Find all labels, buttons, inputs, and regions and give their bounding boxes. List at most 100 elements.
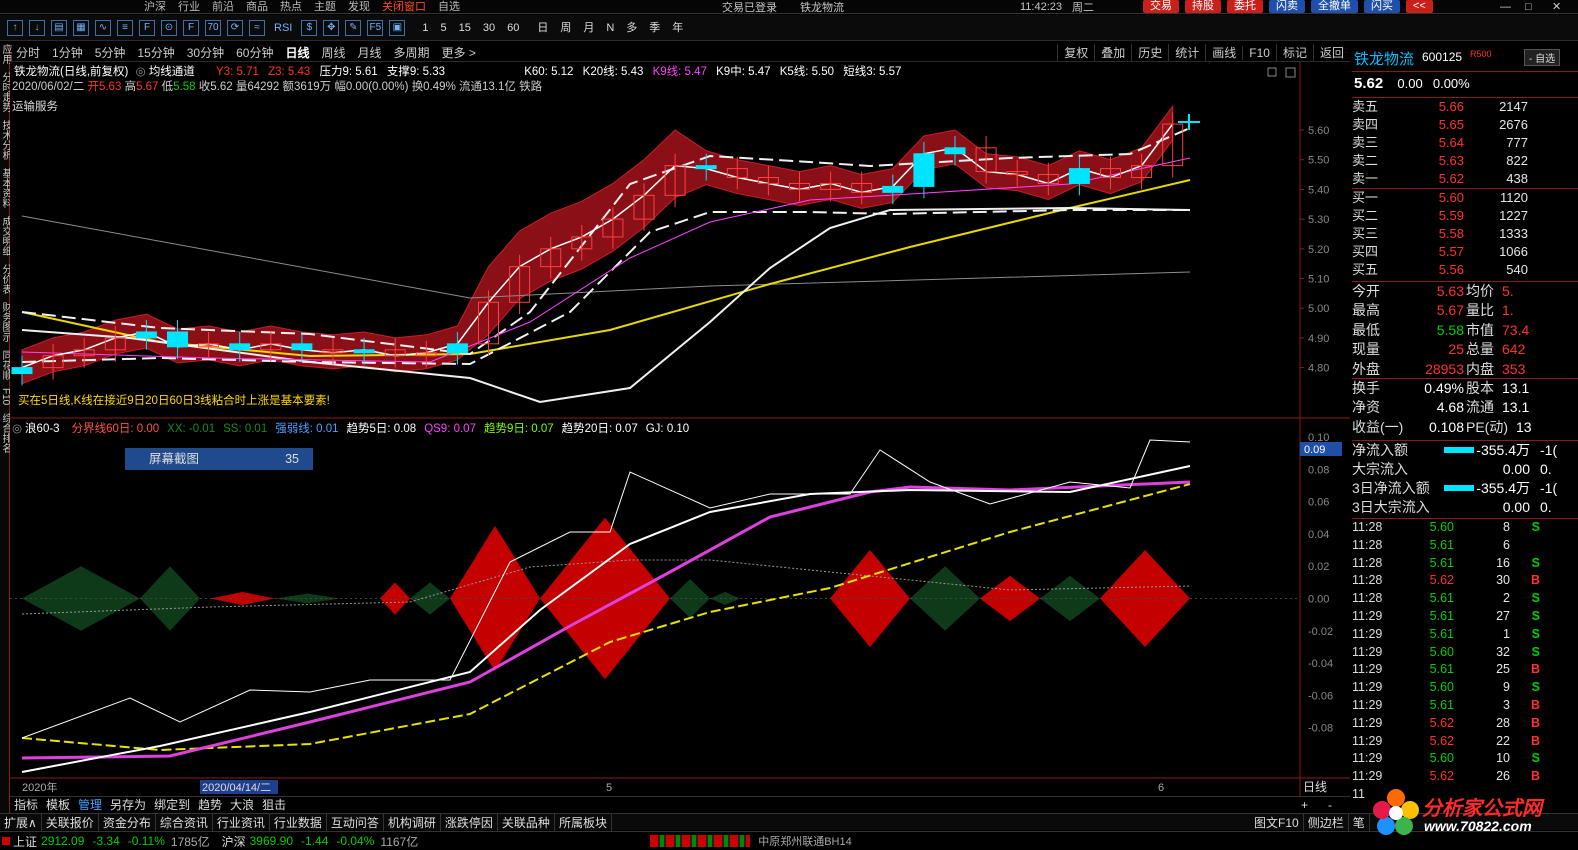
left-strip-item-9[interactable]: 综合排名 bbox=[0, 413, 11, 453]
ext-tab-4[interactable]: 行业资讯 bbox=[213, 813, 270, 831]
toolbar-period-1[interactable]: 周 bbox=[554, 15, 577, 41]
menu-item-2[interactable]: 前沿 bbox=[206, 0, 240, 14]
period-right-7[interactable]: 返回 bbox=[1312, 44, 1350, 61]
ext-tab-8[interactable]: 涨跌停因 bbox=[441, 813, 498, 831]
period-right-3[interactable]: 统计 bbox=[1168, 44, 1205, 61]
ext-right-2[interactable]: 笔 bbox=[1349, 813, 1370, 831]
bid-row-4[interactable]: 买五 5.56 540 bbox=[1352, 261, 1578, 279]
ext-tab-1[interactable]: 关联报价 bbox=[42, 813, 99, 831]
indicator-dropdown-icon[interactable]: ◎ bbox=[136, 66, 146, 78]
period-right-0[interactable]: 复权 bbox=[1057, 44, 1094, 61]
toolbar-period-0[interactable]: 日 bbox=[531, 15, 554, 41]
ext-tab-5[interactable]: 行业数据 bbox=[270, 813, 327, 831]
toolbar-period-6[interactable]: 年 bbox=[666, 15, 689, 41]
menu-item-7[interactable]: 关闭窗口 bbox=[376, 0, 432, 14]
news-ticker[interactable]: 中原郑州联通BH14 bbox=[758, 833, 852, 849]
ask-row-1[interactable]: 卖四 5.65 2676 bbox=[1352, 116, 1578, 134]
left-strip-item-2[interactable]: 技术分析 bbox=[0, 120, 11, 160]
compass-icon[interactable]: ⊙ bbox=[161, 19, 177, 36]
chart-icon[interactable]: ∿ bbox=[95, 19, 111, 36]
left-strip-item-7[interactable]: 同花顺 bbox=[0, 350, 11, 380]
indicator-name[interactable]: 均线通道 bbox=[149, 66, 195, 78]
trade-button-0[interactable]: 交易 bbox=[1143, 0, 1179, 13]
indicator-tab-7[interactable]: 狙击 bbox=[258, 796, 290, 813]
toolbar-count-15[interactable]: 15 bbox=[453, 15, 477, 41]
period-tab-4[interactable]: 30分钟 bbox=[181, 44, 230, 61]
ext-tab-2[interactable]: 资金分布 bbox=[99, 813, 156, 831]
bid-row-0[interactable]: 买一 5.60 1120 bbox=[1352, 189, 1578, 207]
toolbar-count-5[interactable]: 5 bbox=[434, 15, 452, 41]
trade-button-6[interactable]: << bbox=[1406, 0, 1433, 13]
bid-row-3[interactable]: 买四 5.57 1066 bbox=[1352, 243, 1578, 261]
menu-item-5[interactable]: 主题 bbox=[308, 0, 342, 14]
menu-item-1[interactable]: 行业 bbox=[172, 0, 206, 14]
menu-item-8[interactable]: 自选 bbox=[432, 0, 466, 14]
left-strip-item-1[interactable]: 分时走势 bbox=[0, 72, 11, 112]
ext-right-0[interactable]: 图文F10 bbox=[1250, 813, 1304, 831]
indicator-tab-5[interactable]: 趋势 bbox=[194, 796, 226, 813]
wave-icon[interactable]: ≈ bbox=[249, 19, 265, 36]
trade-button-4[interactable]: 全撤单 bbox=[1311, 0, 1358, 13]
indicator-tab-1[interactable]: 模板 bbox=[42, 796, 74, 813]
period-tab-5[interactable]: 60分钟 bbox=[230, 44, 279, 61]
arrow-down-icon[interactable]: ↓ bbox=[29, 19, 45, 36]
period-tab-9[interactable]: 多周期 bbox=[388, 44, 436, 61]
ext-tab-10[interactable]: 所属板块 bbox=[555, 813, 612, 831]
left-strip-item-3[interactable]: 基本资料 bbox=[0, 168, 11, 208]
period-tab-6[interactable]: 日线 bbox=[279, 44, 315, 61]
arrow-up-icon[interactable]: ↑ bbox=[7, 19, 23, 36]
bid-row-2[interactable]: 买三 5.58 1333 bbox=[1352, 225, 1578, 243]
period-right-1[interactable]: 叠加 bbox=[1094, 44, 1131, 61]
screenshot-label-box[interactable]: 屏幕截图 35 bbox=[125, 448, 313, 470]
f70-icon[interactable]: 70 bbox=[205, 19, 221, 36]
hs-index-label[interactable]: 沪深 bbox=[222, 833, 246, 850]
ask-row-3[interactable]: 卖二 5.63 822 bbox=[1352, 152, 1578, 170]
dollar-icon[interactable]: $ bbox=[301, 19, 318, 36]
bid-row-1[interactable]: 买二 5.59 1227 bbox=[1352, 207, 1578, 225]
left-strip-item-5[interactable]: 分价表 bbox=[0, 264, 11, 294]
period-right-6[interactable]: 标记 bbox=[1275, 44, 1313, 61]
f10b-icon[interactable]: F bbox=[183, 19, 199, 36]
toolbar-period-5[interactable]: 季 bbox=[643, 15, 666, 41]
toolbar-period-3[interactable]: N bbox=[600, 15, 620, 41]
sh-index-label[interactable]: 上证 bbox=[13, 833, 37, 850]
refresh-icon[interactable]: ⟳ bbox=[227, 19, 243, 36]
period-tab-1[interactable]: 1分钟 bbox=[46, 44, 89, 61]
period-right-2[interactable]: 历史 bbox=[1131, 44, 1168, 61]
menu-item-6[interactable]: 发现 bbox=[342, 0, 376, 14]
f10-icon[interactable]: F bbox=[139, 19, 155, 36]
ext-tab-6[interactable]: 互动问答 bbox=[327, 813, 384, 831]
period-right-4[interactable]: 画线 bbox=[1205, 44, 1242, 61]
ext-tab-0[interactable]: 扩展∧ bbox=[0, 813, 42, 831]
indicator-tab-4[interactable]: 绑定到 bbox=[150, 796, 194, 813]
ask-row-4[interactable]: 卖一 5.62 438 bbox=[1352, 170, 1578, 188]
add-watchlist-button[interactable]: - 自选 bbox=[1524, 49, 1561, 66]
ext-tab-7[interactable]: 机构调研 bbox=[384, 813, 441, 831]
ask-row-0[interactable]: 卖五 5.66 2147 bbox=[1352, 98, 1578, 116]
trade-button-2[interactable]: 委托 bbox=[1227, 0, 1263, 13]
menu-item-0[interactable]: 沪深 bbox=[138, 0, 172, 14]
toolbar-period-4[interactable]: 多 bbox=[620, 15, 643, 41]
ext-right-1[interactable]: 侧边栏 bbox=[1304, 813, 1349, 831]
trade-button-5[interactable]: 闪买 bbox=[1364, 0, 1400, 13]
pen-icon[interactable]: ✎ bbox=[345, 19, 362, 36]
toolbar-count-60[interactable]: 60 bbox=[501, 15, 525, 41]
close-button[interactable]: ✕ bbox=[1552, 0, 1561, 13]
toolbar-count-1[interactable]: 1 bbox=[416, 15, 434, 41]
period-tab-7[interactable]: 周线 bbox=[315, 44, 351, 61]
trade-button-3[interactable]: 闪卖 bbox=[1269, 0, 1305, 13]
list-icon[interactable]: ≡ bbox=[117, 19, 133, 36]
period-right-5[interactable]: F10 bbox=[1242, 45, 1276, 60]
indicator-tab-6[interactable]: 大浪 bbox=[226, 796, 258, 813]
period-tab-8[interactable]: 月线 bbox=[352, 44, 388, 61]
indicator-tab-3[interactable]: 另存为 bbox=[106, 796, 150, 813]
zoom-out-button[interactable]: - bbox=[1324, 798, 1336, 812]
ext-tab-3[interactable]: 综合资讯 bbox=[156, 813, 213, 831]
sub-dropdown-icon[interactable]: ◎ bbox=[12, 421, 22, 437]
picture-icon[interactable]: ▣ bbox=[389, 19, 406, 36]
grid-icon[interactable]: ▦ bbox=[73, 19, 89, 36]
period-tab-10[interactable]: 更多 > bbox=[436, 44, 482, 61]
document-icon[interactable]: ▤ bbox=[51, 19, 67, 36]
trade-button-1[interactable]: 持股 bbox=[1185, 0, 1221, 13]
left-strip-item-0[interactable]: 应用 bbox=[0, 44, 11, 64]
